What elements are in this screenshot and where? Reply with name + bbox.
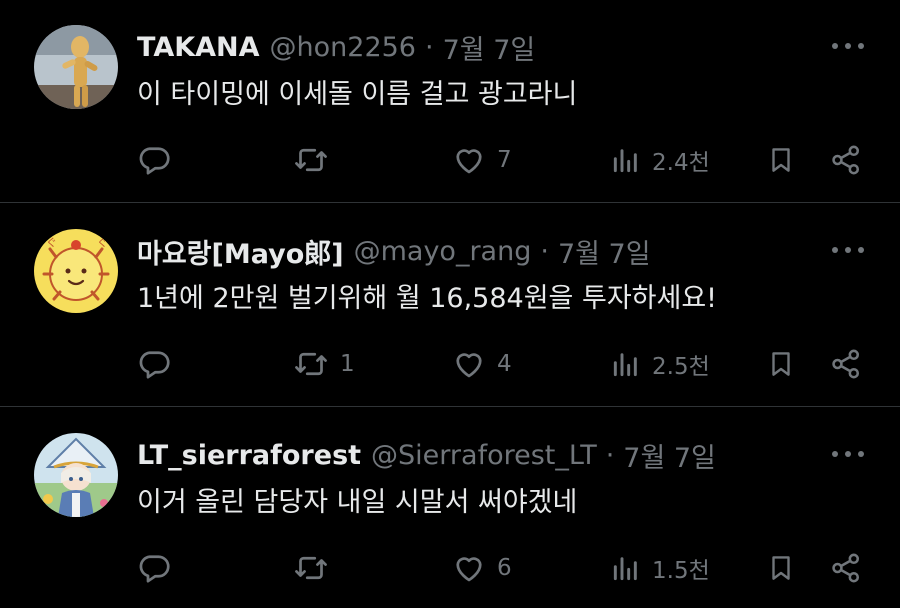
reply-button[interactable] <box>136 344 182 384</box>
tweet-actions: 1 4 2.5천 <box>0 344 900 384</box>
retweet-button[interactable] <box>292 548 340 588</box>
analytics-icon <box>613 557 637 581</box>
share-button[interactable] <box>829 548 863 588</box>
reply-icon <box>139 555 170 583</box>
more-options-icon[interactable] <box>832 240 864 260</box>
tweet-text: 이거 올린 담당자 내일 시말서 써야겠네 <box>137 487 578 518</box>
like-button[interactable]: 7 <box>451 140 512 180</box>
retweet-button[interactable] <box>292 140 340 180</box>
tweet-header: 마요랑[Mayo郞] @mayo_rang · 7월 7일 <box>137 231 651 271</box>
tweet[interactable]: ぐ ぐ 마요랑[Mayo郞] @mayo_rang · 7월 7일 1년에 2만… <box>0 204 900 407</box>
avatar[interactable] <box>34 25 118 109</box>
tweet-header: LT_sierraforest @Sierraforest_LT · 7월 7일 <box>137 435 716 475</box>
bookmark-button[interactable] <box>766 344 796 384</box>
reply-icon <box>139 147 170 175</box>
view-count: 2.4천 <box>652 150 710 176</box>
bookmark-icon <box>772 148 790 172</box>
heart-icon <box>456 149 482 174</box>
wooden-mannequin-avatar-icon <box>34 25 118 109</box>
like-count: 7 <box>497 147 512 173</box>
separator: · <box>605 439 615 471</box>
avatar[interactable] <box>34 433 118 517</box>
separator: · <box>425 31 434 63</box>
tweet-feed: TAKANA @hon2256 · 7월 7일 이 타이밍에 이세돌 이름 걸고… <box>0 0 900 608</box>
like-button[interactable]: 6 <box>451 548 512 588</box>
reply-button[interactable] <box>136 140 182 180</box>
heart-icon <box>456 557 482 582</box>
share-button[interactable] <box>829 344 863 384</box>
reply-button[interactable] <box>136 548 182 588</box>
anime-character-avatar-icon <box>34 433 118 517</box>
like-button[interactable]: 4 <box>451 344 512 384</box>
bookmark-icon <box>772 352 790 376</box>
views-button[interactable]: 2.5천 <box>610 344 710 384</box>
retweet-icon <box>295 352 327 376</box>
bookmark-icon <box>772 556 790 580</box>
more-options-icon[interactable] <box>832 36 864 56</box>
separator: · <box>540 235 549 267</box>
avatar[interactable]: ぐ ぐ <box>34 229 118 313</box>
tweet-actions: 7 2.4천 <box>0 140 900 180</box>
user-handle[interactable]: @mayo_rang <box>354 236 532 267</box>
user-handle[interactable]: @Sierraforest_LT <box>371 440 597 471</box>
share-icon <box>832 349 860 379</box>
share-button[interactable] <box>829 140 863 180</box>
tweet-text: 이 타이밍에 이세돌 이름 걸고 광고라니 <box>137 79 578 110</box>
tweet-text: 1년에 2만원 벌기위해 월 16,584원을 투자하세요! <box>137 283 718 314</box>
bookmark-button[interactable] <box>766 140 796 180</box>
analytics-icon <box>613 353 637 377</box>
timestamp[interactable]: 7월 7일 <box>558 232 651 271</box>
svg-text:ぐ: ぐ <box>46 236 57 249</box>
retweet-icon <box>295 556 327 580</box>
user-handle[interactable]: @hon2256 <box>270 32 416 63</box>
display-name[interactable]: TAKANA <box>137 32 260 63</box>
display-name[interactable]: 마요랑[Mayo郞] <box>137 232 344 271</box>
reply-icon <box>139 351 170 379</box>
retweet-button[interactable]: 1 <box>292 344 355 384</box>
tweet-header: TAKANA @hon2256 · 7월 7일 <box>137 27 535 67</box>
heart-icon <box>456 353 482 378</box>
share-icon <box>832 553 860 583</box>
views-button[interactable]: 1.5천 <box>610 548 710 588</box>
tweet-actions: 6 1.5천 <box>0 548 900 588</box>
bookmark-button[interactable] <box>766 548 796 588</box>
timestamp[interactable]: 7월 7일 <box>623 436 716 475</box>
tweet[interactable]: LT_sierraforest @Sierraforest_LT · 7월 7일… <box>0 408 900 608</box>
more-options-icon[interactable] <box>832 444 864 464</box>
view-count: 1.5천 <box>652 558 710 584</box>
retweet-icon <box>295 148 327 172</box>
yellow-sun-avatar-icon: ぐ ぐ <box>34 229 118 313</box>
view-count: 2.5천 <box>652 354 710 380</box>
share-icon <box>832 145 860 175</box>
analytics-icon <box>613 149 637 173</box>
display-name[interactable]: LT_sierraforest <box>137 440 361 471</box>
like-count: 4 <box>497 351 512 377</box>
svg-text:ぐ: ぐ <box>97 236 108 249</box>
timestamp[interactable]: 7월 7일 <box>443 28 536 67</box>
views-button[interactable]: 2.4천 <box>610 140 710 180</box>
retweet-count: 1 <box>340 351 355 377</box>
tweet[interactable]: TAKANA @hon2256 · 7월 7일 이 타이밍에 이세돌 이름 걸고… <box>0 0 900 203</box>
like-count: 6 <box>497 555 512 581</box>
